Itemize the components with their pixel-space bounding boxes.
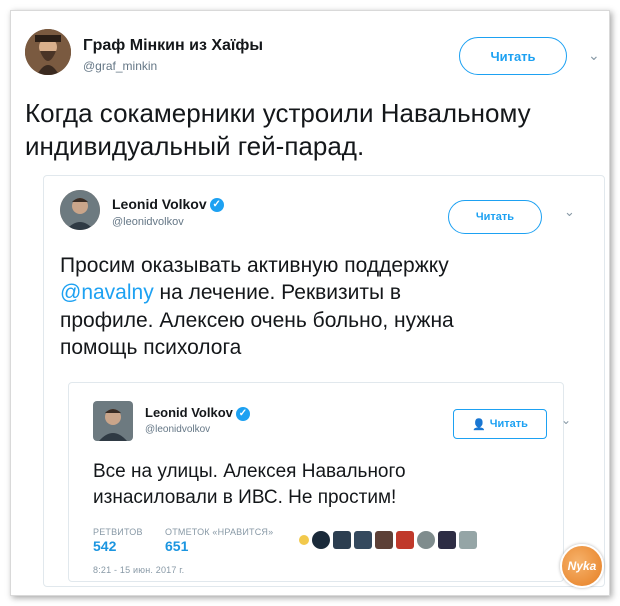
- retweets-count[interactable]: 542: [93, 538, 116, 554]
- quoted-author-name[interactable]: Leonid Volkov ✓: [145, 405, 250, 421]
- tweet-text-line: помощь психолога: [60, 335, 242, 359]
- follow-button[interactable]: Читать: [459, 37, 567, 75]
- verified-icon: ✓: [235, 406, 250, 421]
- follow-button[interactable]: Читать: [448, 200, 542, 234]
- tweet-text-line: Все на улицы. Алексея Навального: [93, 461, 406, 482]
- likes-count[interactable]: 651: [165, 538, 188, 554]
- liker-avatar[interactable]: [459, 531, 477, 549]
- person-icon: [25, 29, 71, 75]
- quoted-author-name[interactable]: Leonid Volkov ✓: [112, 196, 224, 213]
- tweet-frame: Γpaф Mінкин из Хаїфы @graf_minkin Читать…: [10, 10, 610, 596]
- likes-label: ОТМЕТОК «НРАВИТСЯ»: [165, 527, 274, 537]
- avatar[interactable]: [93, 401, 133, 441]
- quoted-tweet-text: Просим оказывать активную поддержку @nav…: [60, 252, 454, 361]
- liker-avatar[interactable]: [299, 535, 309, 545]
- liker-avatar[interactable]: [417, 531, 435, 549]
- author-handle[interactable]: @graf_minkin: [83, 59, 157, 73]
- tweet-text-line: Когда сокамерники устроили Навальному: [25, 98, 531, 128]
- retweets-label: РЕТВИТОВ: [93, 527, 143, 537]
- avatar[interactable]: [25, 29, 71, 75]
- avatar[interactable]: [60, 190, 100, 230]
- quoted-author-handle[interactable]: @leonidvolkov: [145, 424, 210, 435]
- tweet-text-line: изнасиловали в ИВС. Не простим!: [93, 486, 397, 508]
- person-icon: [93, 401, 133, 441]
- mention-link[interactable]: @navalny: [60, 281, 154, 304]
- tweet-text: Когда сокамерники устроили Навальному ин…: [25, 97, 531, 162]
- tweet-text-fragment: на лечение. Реквизиты в: [153, 281, 402, 305]
- liker-avatar[interactable]: [438, 531, 456, 549]
- author-name-text: Leonid Volkov: [112, 196, 207, 212]
- person-icon: [60, 190, 100, 230]
- watermark-text: Nyka: [567, 559, 597, 573]
- tweet-text-line: профиле. Алексею очень больно, нужна: [60, 308, 454, 332]
- author-name-text: Leonid Volkov: [145, 405, 233, 420]
- liker-avatar[interactable]: [312, 531, 330, 549]
- liker-avatar[interactable]: [333, 531, 351, 549]
- follow-label: Читать: [490, 48, 536, 64]
- add-user-icon: 👤: [472, 418, 486, 431]
- liker-avatar[interactable]: [396, 531, 414, 549]
- tweet-text-line: Просим оказывать активную поддержку: [60, 254, 449, 277]
- quoted-author-handle[interactable]: @leonidvolkov: [112, 216, 184, 228]
- chevron-down-icon[interactable]: ⌄: [561, 413, 571, 427]
- tweet-text-line: @navalny на лечение. Реквизиты в: [60, 279, 454, 306]
- follow-button[interactable]: 👤 Читать: [453, 409, 547, 439]
- quoted-tweet[interactable]: Leonid Volkov ✓ @leonidvolkov Читать ⌄ Пр…: [43, 175, 605, 587]
- liker-avatar[interactable]: [354, 531, 372, 549]
- verified-icon: ✓: [209, 198, 224, 213]
- follow-label: Читать: [489, 418, 528, 430]
- timestamp[interactable]: 8:21 - 15 июн. 2017 г.: [93, 565, 184, 575]
- chevron-down-icon[interactable]: ⌄: [588, 47, 600, 64]
- watermark-logo: Nyka: [560, 544, 604, 588]
- liker-avatar[interactable]: [375, 531, 393, 549]
- nested-quoted-tweet[interactable]: Leonid Volkov ✓ @leonidvolkov 👤 Читать ⌄ В…: [68, 382, 571, 582]
- chevron-down-icon[interactable]: ⌄: [564, 204, 575, 220]
- quoted-tweet-text: Все на улицы. Алексея Навального изнасил…: [93, 459, 406, 510]
- follow-label: Читать: [475, 211, 515, 223]
- tweet-text-line: индивидуальный гей-парад.: [25, 130, 365, 161]
- liker-avatars: [299, 531, 477, 549]
- author-name[interactable]: Γpaф Mінкин из Хаїфы: [83, 37, 263, 55]
